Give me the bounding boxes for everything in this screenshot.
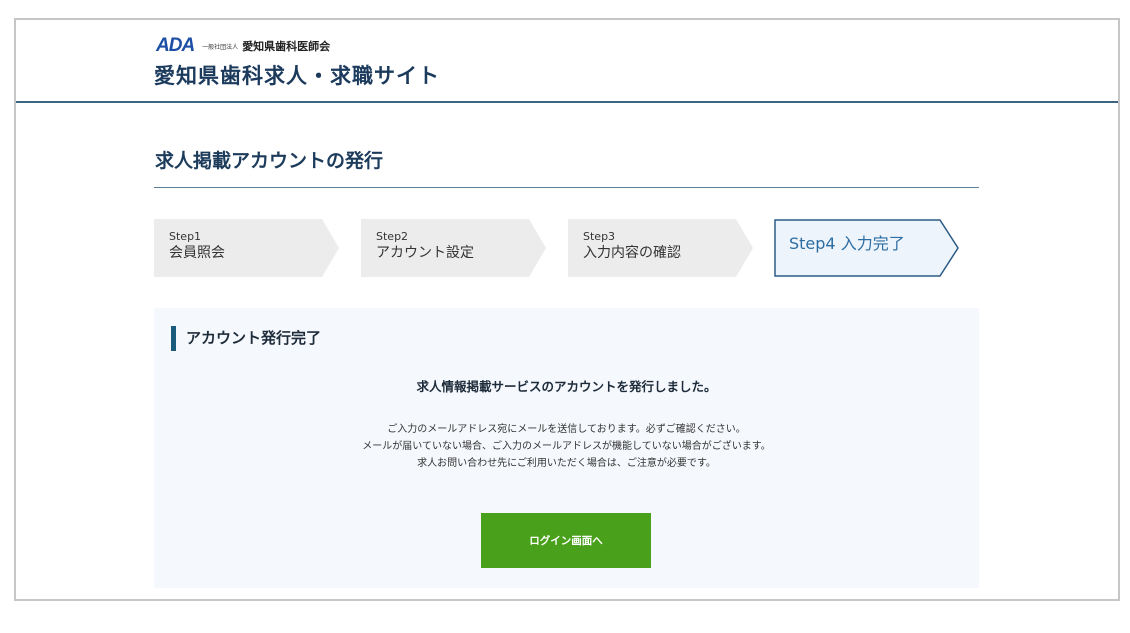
step-label: 入力完了 [840,234,905,253]
step-number: Step1 [169,230,202,243]
title-divider [154,187,979,188]
note-line: 求人お問い合わせ先にご利用いただく場合は、ご注意が必要です。 [417,458,716,469]
step-label: 入力内容の確認 [583,245,681,261]
note-line: メールが届いていない場合、ご入力のメールアドレスが機能していない場合がございます… [362,441,771,452]
site-header: ADA 一般社団法人 愛知県歯科医師会 愛知県歯科求人・求職サイト [16,20,1118,103]
step-2: Step2 アカウント設定 [361,219,546,277]
step-label: アカウント設定 [376,245,474,261]
step-label: 会員照会 [169,245,225,261]
step-number: Step2 [376,230,409,243]
login-button[interactable]: ログイン画面へ [481,513,651,568]
step-3: Step3 入力内容の確認 [568,219,753,277]
step-indicator: Step1 会員照会 Step2 アカウント設定 Step3 入力内容の確認 S… [154,219,980,277]
ada-logo: ADA [156,35,195,56]
note-line: ご入力のメールアドレス宛にメールを送信しております。必ずご確認ください。 [387,424,746,435]
association-name: 愛知県歯科医師会 [242,40,331,53]
page-frame: ADA 一般社団法人 愛知県歯科医師会 愛知県歯科求人・求職サイト 求人掲載アカ… [14,18,1120,601]
page-title: 求人掲載アカウントの発行 [155,150,384,172]
brand-logo[interactable]: ADA 一般社団法人 愛知県歯科医師会 [156,35,331,56]
step-number: Step4 [789,234,836,253]
step-4-current: Step4 入力完了 [774,219,959,277]
completion-message: 求人情報掲載サービスのアカウントを発行しました。 [416,379,717,394]
site-title[interactable]: 愛知県歯科求人・求職サイト [154,60,440,90]
logo-prefix: 一般社団法人 [202,43,239,51]
step-number: Step3 [583,230,616,243]
step-1: Step1 会員照会 [154,219,339,277]
panel-heading: アカウント発行完了 [171,326,321,351]
completion-panel: アカウント発行完了 求人情報掲載サービスのアカウントを発行しました。 ご入力のメ… [154,308,979,588]
notes: ご入力のメールアドレス宛にメールを送信しております。必ずご確認ください。 メール… [154,421,979,472]
